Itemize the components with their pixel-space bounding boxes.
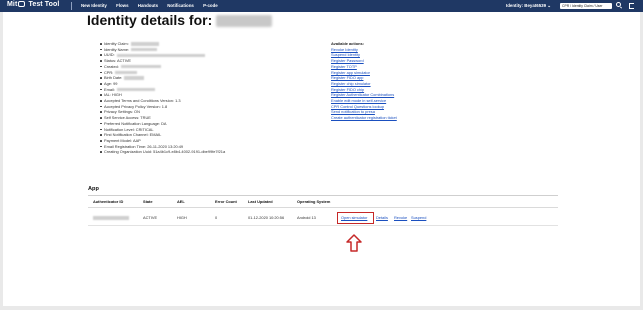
redacted-value [130, 42, 159, 46]
search-input[interactable]: CPR / Identity Claim / User [560, 3, 612, 9]
search-icon[interactable] [616, 2, 621, 7]
table-row: ACTIVE HIGH 0 01-12-2020 10:20:56 Androi… [88, 214, 558, 224]
app-section-title: App [88, 186, 99, 192]
identity-details-list: Identity Claim: Identity Name: UUID: Sta… [99, 41, 226, 155]
col-error-count: Error Count [215, 199, 237, 204]
redacted-value [124, 76, 145, 80]
nav-p-code[interactable]: P-code [203, 3, 218, 8]
redacted-value [116, 53, 205, 58]
nav-notifications[interactable]: Notifications [167, 3, 194, 8]
top-navigation-bar: Mit Test Tool New Identity Flows Handout… [0, 0, 643, 12]
last-updated-cell: 01-12-2020 10:20:56 [248, 215, 285, 220]
highlight-annotation [337, 212, 374, 224]
redacted-value [120, 65, 161, 69]
os-cell: Android 13 [297, 215, 316, 220]
nav-handouts[interactable]: Handouts [138, 3, 158, 8]
col-last-updated: Last Updated [248, 199, 273, 204]
redacted-value [115, 70, 138, 75]
col-operating-system: Operating System [297, 199, 331, 204]
logout-icon[interactable] [629, 3, 634, 9]
col-ael: AEL [177, 199, 185, 204]
app-table-header: Authenticator ID State AEL Error Count L… [88, 198, 558, 206]
brand-name: Test Tool [28, 1, 60, 8]
arrow-up-icon [346, 234, 362, 252]
main-content [3, 12, 640, 306]
detail-item: Creating Organization Uuid: 51a4b1c9-e8b… [99, 149, 226, 155]
app-logo[interactable]: Mit Test Tool [7, 1, 59, 8]
revoke-link[interactable]: Revoke [394, 214, 407, 222]
id-logo-icon [18, 1, 26, 7]
col-authenticator-id: Authenticator ID [93, 199, 124, 204]
nav-flows[interactable]: Flows [116, 3, 128, 8]
details-link[interactable]: Details [376, 214, 388, 222]
page-title-text: Identity details for: [87, 12, 213, 28]
nav-new-identity[interactable]: New Identity [81, 3, 107, 8]
redacted-value [93, 216, 129, 220]
main-nav: New Identity Flows Handouts Notification… [81, 3, 226, 8]
page-title: Identity details for: [87, 12, 273, 28]
brand-prefix: Mit [7, 1, 18, 8]
error-count-cell: 0 [215, 215, 218, 220]
state-cell: ACTIVE [143, 215, 158, 220]
section-divider [88, 195, 558, 196]
action-create-registration-ticket[interactable]: Create authenticator registration ticket [331, 115, 397, 121]
suspend-link[interactable]: Suspend [411, 214, 426, 222]
authenticator-id-cell [93, 214, 129, 222]
available-actions: Available actions: Revoke Identity Suspe… [331, 41, 397, 121]
redacted-identity-name [216, 15, 273, 28]
redacted-value [131, 47, 158, 52]
ael-cell: HIGH [177, 215, 187, 220]
identity-dropdown[interactable]: Identity: Beyat6539 ⌄ [506, 3, 551, 9]
row-divider [88, 225, 558, 226]
table-header-divider [88, 207, 558, 208]
header-divider [71, 2, 72, 10]
col-state: State [143, 199, 153, 204]
redacted-value [116, 87, 155, 92]
